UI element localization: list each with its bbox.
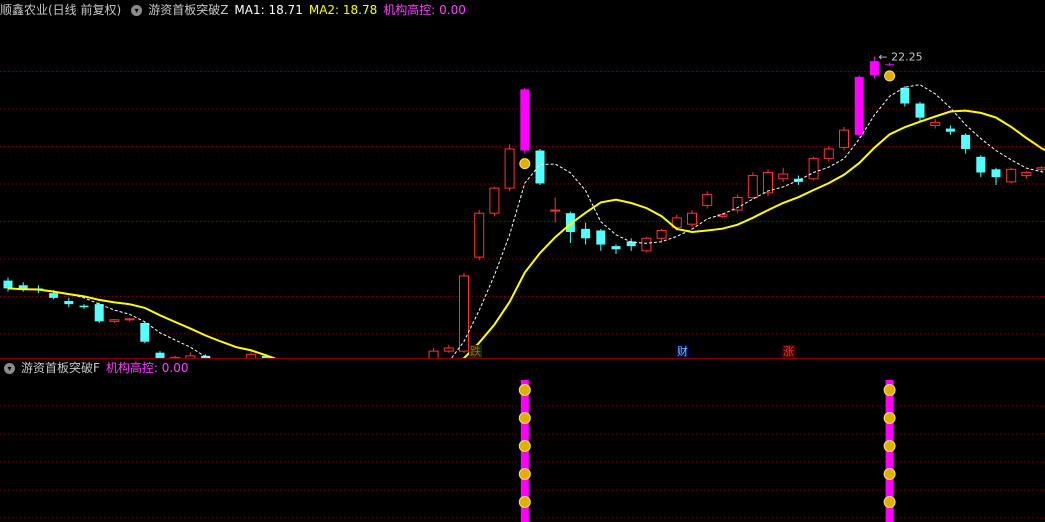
candle-body (976, 156, 986, 173)
candle-body (474, 212, 485, 258)
sub-inst-label: 机构高控: 0.00 (105, 361, 189, 375)
candle-body (246, 353, 257, 358)
candle-body (79, 305, 89, 308)
candle-body (124, 318, 135, 321)
candle-body (1036, 167, 1045, 170)
money-bag-icon (883, 412, 896, 424)
candle-body (900, 87, 910, 104)
candle-body (49, 293, 59, 298)
candle-body (170, 356, 181, 358)
candle-body (64, 300, 74, 305)
money-bag-icon (519, 158, 531, 170)
candle-body (747, 175, 758, 199)
candle-body (763, 171, 773, 194)
money-bag-icon (518, 384, 531, 396)
money-bag-icon (518, 440, 531, 452)
candle-body (535, 150, 545, 184)
candle-body (550, 209, 561, 212)
settings-icon[interactable]: ▾ (131, 4, 143, 16)
money-bag-icon (884, 70, 896, 82)
candle-body (1021, 171, 1032, 177)
signal-chart (0, 380, 1045, 522)
candle-body (185, 355, 196, 358)
money-bag-icon (518, 412, 531, 424)
candle-body (945, 128, 955, 132)
sub-panel-header: ▾ 游资首板突破F 机构高控: 0.00 (0, 358, 189, 378)
main-panel-header: 顺鑫农业(日线 前复权) ▾ 游资首板突破Z MA1: 18.71 MA2: 1… (0, 0, 466, 20)
candle-body (915, 103, 925, 118)
candle-body (702, 193, 713, 206)
candle-body (1006, 168, 1017, 183)
candle-body (961, 134, 971, 149)
candle-body (778, 173, 789, 180)
candle-body (641, 237, 652, 252)
candle-body (140, 322, 150, 342)
candle-body (732, 197, 743, 211)
candle-body (109, 319, 120, 322)
money-bag-icon (883, 440, 896, 452)
candle-body (155, 352, 165, 358)
money-bag-icon (518, 496, 531, 508)
ma1-value: MA1: 18.71 (234, 3, 303, 17)
candle-body (3, 280, 13, 289)
candle-body (459, 275, 469, 352)
settings-icon[interactable]: ▾ (4, 362, 15, 374)
inst-label: 机构高控: 0.00 (383, 3, 466, 17)
stock-name: 顺鑫农业(日线 前复权) (0, 3, 122, 17)
candlestick-chart: ← 22.25← 13.90 (0, 50, 1045, 358)
candle-body (839, 129, 849, 148)
candle-body (443, 347, 454, 352)
money-bag-icon (883, 468, 896, 480)
ma2-value: MA2: 18.78 (308, 3, 378, 17)
candle-body (489, 187, 500, 214)
candle-body (504, 148, 515, 189)
candle-body (885, 64, 895, 66)
candle-body (823, 148, 834, 159)
candle-body (581, 228, 591, 239)
candle-body (930, 121, 941, 126)
fall-marker: 跌 (469, 345, 482, 358)
money-bag-icon (883, 384, 896, 396)
indicator-name: 游资首板突破Z (148, 3, 229, 17)
candle-body (596, 230, 606, 245)
candle-body (611, 246, 621, 250)
candle-body (656, 229, 667, 239)
candle-body (94, 304, 104, 322)
rise-marker: 涨 (782, 345, 795, 358)
high-price-label: ← 22.25 (878, 50, 922, 63)
money-bag-icon (883, 496, 896, 508)
candle-body (854, 76, 864, 135)
candle-body (991, 169, 1001, 178)
candle-body (808, 157, 819, 180)
wealth-marker: 财 (676, 345, 689, 358)
candle-body (687, 212, 697, 225)
candle-body (520, 89, 530, 151)
sub-indicator-name: 游资首板突破F (21, 361, 100, 375)
money-bag-icon (518, 468, 531, 480)
candle-body (428, 350, 439, 358)
